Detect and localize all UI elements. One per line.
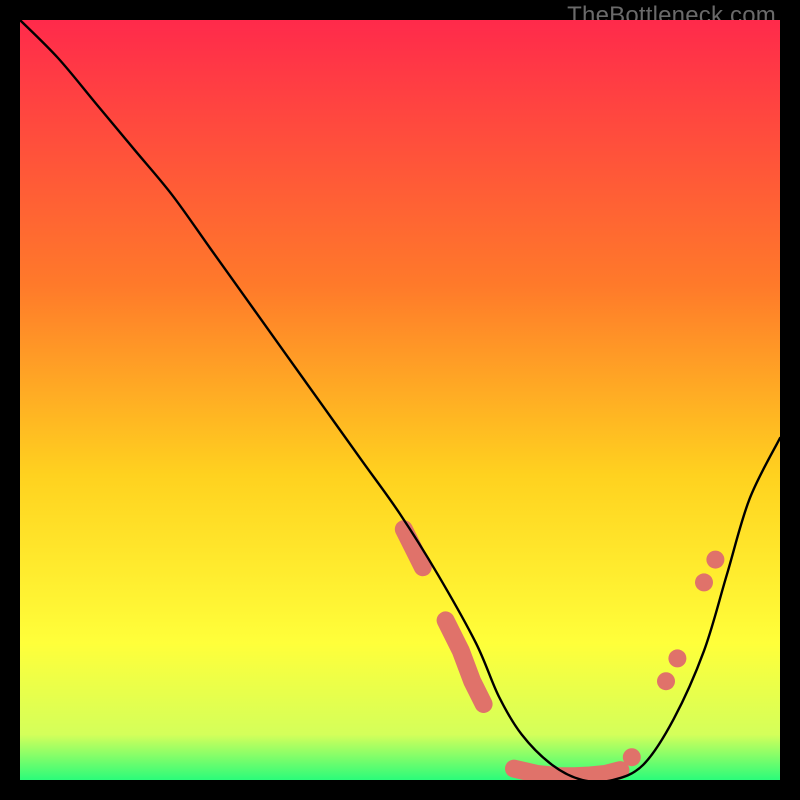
chart-background	[20, 20, 780, 780]
marker-dot	[706, 551, 724, 569]
marker-dot	[623, 748, 641, 766]
marker-dot	[695, 573, 713, 591]
marker-dot	[657, 672, 675, 690]
chart-frame	[20, 20, 780, 780]
marker-dot	[668, 649, 686, 667]
bottleneck-chart	[20, 20, 780, 780]
